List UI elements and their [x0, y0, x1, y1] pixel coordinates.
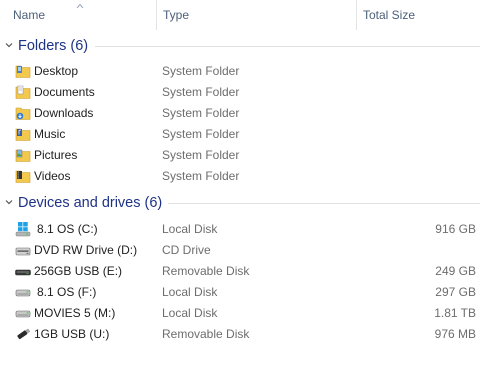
item-size: 249 GB: [435, 264, 476, 278]
item-type: System Folder: [162, 148, 240, 162]
list-item-drive-e[interactable]: 256GB USB (E:) Removable Disk 249 GB: [0, 261, 489, 282]
dvd-drive-icon: [15, 247, 31, 256]
group-divider: [95, 46, 480, 47]
group-title-folders: Folders (6): [18, 38, 89, 54]
item-type: CD Drive: [162, 243, 211, 257]
column-header-total-size[interactable]: Total Size: [356, 0, 489, 30]
column-header-type-label: Type: [163, 8, 190, 22]
column-header-bar: Name Type Total Size: [0, 0, 489, 30]
item-size: 297 GB: [435, 285, 476, 299]
item-type: Local Disk: [162, 285, 218, 299]
pictures-folder-icon: [15, 149, 31, 162]
list-item-downloads[interactable]: Downloads System Folder: [0, 103, 489, 124]
group-divider: [168, 203, 480, 204]
item-name: Desktop: [34, 64, 79, 78]
list-item-drive-d[interactable]: DVD RW Drive (D:) CD Drive: [0, 240, 489, 261]
music-folder-icon: [15, 128, 31, 141]
list-item-drive-u[interactable]: 1GB USB (U:) Removable Disk 976 MB: [0, 324, 489, 345]
item-name: 8.1 OS (F:): [37, 285, 97, 299]
item-name: Videos: [34, 169, 71, 183]
item-type: Local Disk: [162, 306, 218, 320]
list-item-pictures[interactable]: Pictures System Folder: [0, 145, 489, 166]
videos-folder-icon: [15, 170, 31, 183]
column-header-name-label: Name: [13, 8, 46, 22]
item-size: 1.81 TB: [434, 306, 476, 320]
item-type: Local Disk: [162, 222, 218, 236]
list-item-documents[interactable]: Documents System Folder: [0, 82, 489, 103]
item-type: System Folder: [162, 106, 240, 120]
item-type: System Folder: [162, 64, 240, 78]
windows-drive-icon: [15, 222, 31, 237]
item-name: DVD RW Drive (D:): [34, 243, 138, 257]
list-item-drive-m[interactable]: MOVIES 5 (M:) Local Disk 1.81 TB: [0, 303, 489, 324]
local-disk-icon: [15, 310, 31, 318]
item-name: Pictures: [34, 148, 78, 162]
item-type: System Folder: [162, 85, 240, 99]
list-item-drive-f[interactable]: 8.1 OS (F:) Local Disk 297 GB: [0, 282, 489, 303]
downloads-folder-icon: [15, 107, 31, 120]
list-item-drive-c[interactable]: 8.1 OS (C:) Local Disk 916 GB: [0, 219, 489, 240]
documents-folder-icon: [15, 85, 31, 99]
column-header-type[interactable]: Type: [156, 0, 356, 30]
chevron-down-icon[interactable]: [5, 41, 13, 49]
removable-disk-icon: [15, 269, 31, 276]
item-size: 976 MB: [434, 327, 476, 341]
item-type: System Folder: [162, 169, 240, 183]
item-type: Removable Disk: [162, 264, 250, 278]
usb-stick-icon: [17, 328, 31, 340]
desktop-folder-icon: [15, 65, 31, 78]
item-name: Documents: [34, 85, 95, 99]
list-item-videos[interactable]: Videos System Folder: [0, 166, 489, 187]
list-item-music[interactable]: Music System Folder: [0, 124, 489, 145]
item-type: System Folder: [162, 127, 240, 141]
item-name: 1GB USB (U:): [34, 327, 110, 341]
list-item-desktop[interactable]: Desktop System Folder: [0, 61, 489, 82]
item-name: 256GB USB (E:): [34, 264, 123, 278]
item-name: Music: [34, 127, 66, 141]
group-header-devices-and-drives[interactable]: Devices and drives (6): [0, 192, 489, 214]
item-name: 8.1 OS (C:): [37, 222, 98, 236]
group-header-folders[interactable]: Folders (6): [0, 35, 489, 57]
item-type: Removable Disk: [162, 327, 250, 341]
item-size: 916 GB: [435, 222, 476, 236]
chevron-down-icon[interactable]: [5, 198, 13, 206]
local-disk-icon: [15, 289, 31, 297]
group-title-devices-and-drives: Devices and drives (6): [18, 195, 163, 211]
item-name: MOVIES 5 (M:): [34, 306, 116, 320]
sort-ascending-icon: [76, 3, 84, 9]
column-header-total-size-label: Total Size: [363, 8, 416, 22]
item-name: Downloads: [34, 106, 94, 120]
